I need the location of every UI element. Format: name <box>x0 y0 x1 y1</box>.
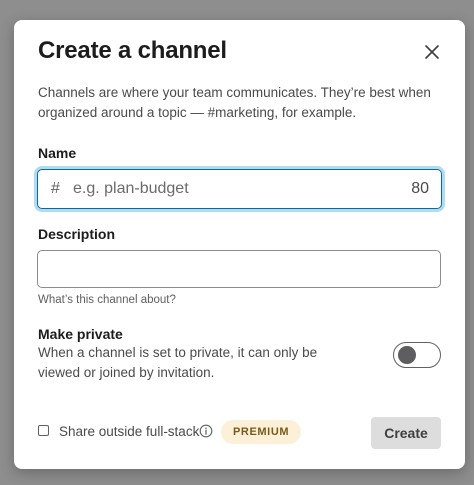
hash-prefix: # <box>51 180 60 197</box>
channel-name-field[interactable]: # 80 <box>37 169 442 209</box>
description-hint: What’s this channel about? <box>38 294 176 306</box>
make-private-toggle[interactable] <box>393 342 441 368</box>
description-input[interactable] <box>38 251 440 287</box>
close-button[interactable] <box>420 40 444 64</box>
premium-badge: PREMIUM <box>221 420 302 444</box>
create-channel-dialog: Create a channel Channels are where your… <box>14 20 465 469</box>
create-button[interactable]: Create <box>371 417 441 449</box>
share-outside-checkbox[interactable] <box>38 425 49 436</box>
close-icon <box>425 45 439 59</box>
description-label: Description <box>38 226 116 242</box>
char-count: 80 <box>411 180 429 197</box>
share-outside-label[interactable]: Share outside full-stack <box>59 424 199 439</box>
info-icon[interactable] <box>199 424 213 438</box>
description-field[interactable] <box>37 250 441 288</box>
channel-name-input[interactable] <box>71 180 412 198</box>
toggle-knob <box>398 346 416 364</box>
name-label: Name <box>38 145 77 161</box>
make-private-description: When a channel is set to private, it can… <box>38 345 318 380</box>
make-private-label: Make private <box>38 326 123 342</box>
dialog-intro: Channels are where your team communicate… <box>38 85 431 120</box>
dialog-title: Create a channel <box>38 37 227 64</box>
